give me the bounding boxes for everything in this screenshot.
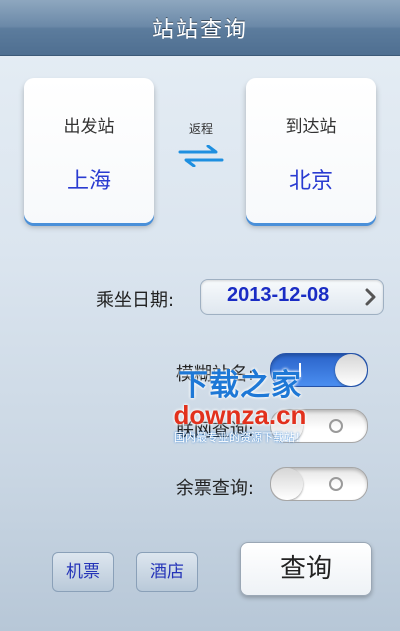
to-station-value: 北京 <box>288 169 333 194</box>
page-title: 站站查询 <box>151 17 248 43</box>
online-query-label: 联网查询: <box>175 420 254 441</box>
fuzzy-name-toggle[interactable] <box>270 353 368 387</box>
toggle-off-mark <box>329 477 343 491</box>
from-station-card[interactable]: 出发站 上海 <box>24 78 154 223</box>
toggle-knob <box>335 354 367 386</box>
from-station-label: 出发站 <box>63 117 115 137</box>
toggle-knob <box>271 410 303 442</box>
date-label: 乘坐日期: <box>96 290 175 311</box>
remaining-tickets-label: 余票查询: <box>175 478 254 499</box>
date-row: 乘坐日期: 2013-12-08 <box>0 279 400 319</box>
return-trip-label: 返程 <box>188 122 213 136</box>
flight-button[interactable]: 机票 <box>52 552 114 592</box>
nav-bar: 站站查询 <box>0 0 400 56</box>
chevron-right-icon <box>365 288 377 310</box>
remaining-tickets-row: 余票查询: <box>0 467 400 503</box>
swap-arrows-icon[interactable] <box>166 144 236 171</box>
fuzzy-name-row: 模糊站名: <box>0 353 400 389</box>
to-station-card[interactable]: 到达站 北京 <box>246 78 376 223</box>
to-station-label: 到达站 <box>285 117 337 137</box>
online-query-row: 联网查询: <box>0 409 400 445</box>
hotel-button[interactable]: 酒店 <box>136 552 198 592</box>
online-query-toggle[interactable] <box>270 409 368 443</box>
fuzzy-name-label: 模糊站名: <box>175 364 254 385</box>
query-button[interactable]: 查询 <box>240 542 372 596</box>
toggle-on-mark <box>299 363 301 377</box>
date-value: 2013-12-08 <box>227 284 330 306</box>
toggle-off-mark <box>329 419 343 433</box>
from-station-value: 上海 <box>66 169 111 194</box>
swap-control[interactable]: 返程 <box>166 120 236 171</box>
remaining-tickets-toggle[interactable] <box>270 467 368 501</box>
date-picker[interactable]: 2013-12-08 <box>200 279 384 315</box>
toggle-knob <box>271 468 303 500</box>
